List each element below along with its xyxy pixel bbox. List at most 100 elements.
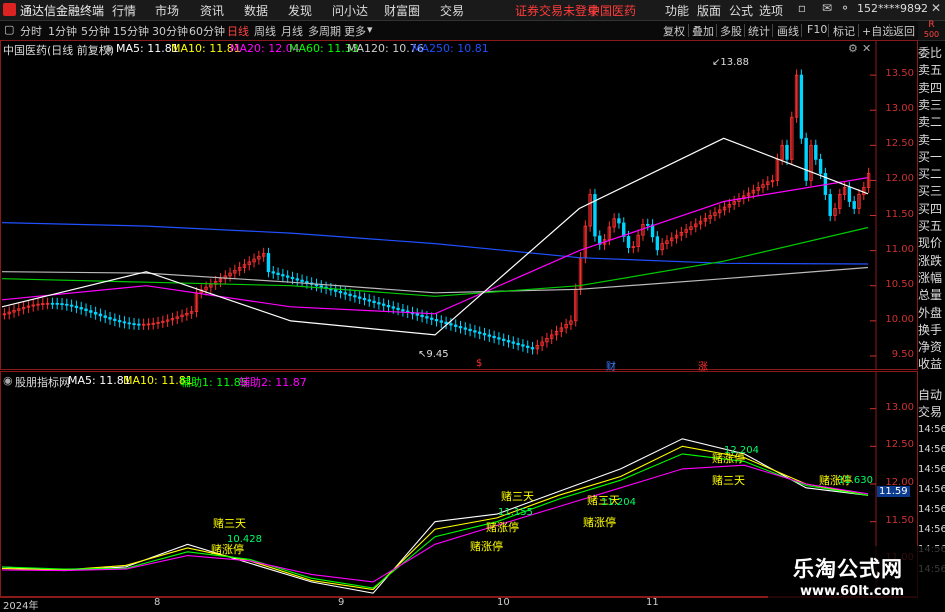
period-1min[interactable]: 1分钟 xyxy=(48,23,77,39)
tool-back[interactable]: 返回 xyxy=(893,23,915,39)
quote-field-label[interactable]: 买一 xyxy=(918,148,945,165)
period-multi[interactable]: 多周期 xyxy=(308,23,341,39)
menu-formula[interactable]: 公式 xyxy=(729,2,753,19)
tool-mark[interactable]: 标记 xyxy=(833,23,855,39)
candle-body xyxy=(50,302,55,305)
period-15min[interactable]: 15分钟 xyxy=(113,23,149,39)
main-y-label: 13.00 xyxy=(885,103,914,115)
candle-body xyxy=(108,317,112,320)
candle-body xyxy=(127,322,131,325)
quote-field-label[interactable]: 换手 xyxy=(918,321,945,338)
candle-body xyxy=(319,285,323,288)
tool-adjust[interactable]: 复权 xyxy=(663,23,685,39)
trade-time: 14:56 xyxy=(918,424,945,435)
candle-body xyxy=(79,307,83,310)
menu-function[interactable]: 功能 xyxy=(665,2,689,19)
x-label-sep: 9 xyxy=(338,597,345,608)
quote-field-label[interactable]: 买二 xyxy=(918,165,945,182)
quote-field-label[interactable]: 外盘 xyxy=(918,304,945,321)
menu-layout[interactable]: 版面 xyxy=(697,2,721,19)
period-weekly[interactable]: 周线 xyxy=(254,23,276,39)
skin-icon[interactable]: ▫ xyxy=(793,1,811,18)
user-icon[interactable]: ⚬ xyxy=(836,1,854,18)
sub-price-tag: 11.59 xyxy=(877,486,910,497)
menu-data[interactable]: 数据 xyxy=(244,2,268,19)
candle-body xyxy=(847,187,852,202)
candle-body xyxy=(814,144,818,160)
menu-xiaoda[interactable]: 问小达 xyxy=(332,2,368,19)
annotation-value: 12.204 xyxy=(724,445,759,456)
quote-field-label[interactable]: 委比 xyxy=(918,44,945,61)
quote-field-label[interactable]: 卖二 xyxy=(918,113,945,130)
candle-body xyxy=(60,303,64,306)
close-icon[interactable]: ✕ xyxy=(927,1,945,18)
tool-stats[interactable]: 统计 xyxy=(748,23,770,39)
quote-field-label[interactable]: 净资 xyxy=(918,338,945,355)
quote-field-label[interactable]: 买三 xyxy=(918,182,945,199)
candle-body xyxy=(804,137,808,181)
period-monthly[interactable]: 月线 xyxy=(281,23,303,39)
candle-body xyxy=(785,144,789,160)
tool-overlay[interactable]: 叠加 xyxy=(692,23,714,39)
checkbox-icon[interactable]: ▢ xyxy=(4,23,14,36)
low-price-value: 9.45 xyxy=(426,349,449,360)
candle-body xyxy=(93,311,98,315)
marker-dollar[interactable]: $ xyxy=(476,358,482,369)
quote-field-label[interactable]: 买四 xyxy=(918,200,945,217)
quote-field-label[interactable]: 卖三 xyxy=(918,96,945,113)
quote-field-label[interactable]: 收益 xyxy=(918,355,945,372)
app-logo-icon xyxy=(3,3,16,16)
menu-news[interactable]: 资讯 xyxy=(200,2,224,19)
candle-body xyxy=(650,224,655,238)
tool-f10[interactable]: F10 xyxy=(807,23,827,36)
quote-field-label[interactable]: 交易 xyxy=(918,403,945,420)
period-tick[interactable]: 分时 xyxy=(20,23,42,39)
more-chevron-icon[interactable]: ▾ xyxy=(367,23,373,36)
candle-body xyxy=(386,305,391,308)
r-badge[interactable]: R 500 xyxy=(918,21,945,40)
menu-options[interactable]: 选项 xyxy=(759,2,783,19)
period-5min[interactable]: 5分钟 xyxy=(81,23,110,39)
quote-field-label[interactable]: 现价 xyxy=(918,234,945,251)
quote-field-label[interactable]: 自动 xyxy=(918,386,945,403)
menu-discover[interactable]: 发现 xyxy=(288,2,312,19)
menu-market[interactable]: 行情 xyxy=(112,2,136,19)
main-y-label: 11.00 xyxy=(885,243,914,255)
candle-body xyxy=(497,337,501,340)
candle-body xyxy=(449,323,453,326)
period-more[interactable]: 更多 xyxy=(344,23,366,39)
minimize-icon[interactable]: – xyxy=(910,1,928,18)
x-label-oct: 10 xyxy=(497,597,510,608)
menu-trade[interactable]: 交易 xyxy=(440,2,464,19)
trade-time: 14:56 xyxy=(918,524,945,535)
period-30min[interactable]: 30分钟 xyxy=(152,23,188,39)
candle-body xyxy=(526,345,530,348)
tool-multistock[interactable]: 多股 xyxy=(720,23,742,39)
annotation-label: 赌涨停 xyxy=(470,540,503,553)
annotation-label: 赌三天 xyxy=(501,490,534,503)
sub-y-label: 11.50 xyxy=(885,514,914,526)
candle-body xyxy=(69,304,74,307)
period-daily[interactable]: 日线 xyxy=(227,23,249,39)
quote-field-label[interactable]: 卖五 xyxy=(918,61,945,78)
tool-draw[interactable]: 画线 xyxy=(777,23,799,39)
sub-y-label: 12.50 xyxy=(885,439,914,451)
main-y-label: 12.00 xyxy=(885,173,914,185)
message-icon[interactable]: ✉ xyxy=(818,1,836,18)
quote-field-label[interactable]: 涨幅 xyxy=(918,269,945,286)
candle-body xyxy=(65,303,69,306)
menu-wealth[interactable]: 财富圈 xyxy=(384,2,420,19)
broker-status[interactable]: 证券交易未登录 xyxy=(515,2,599,19)
menu-exchange[interactable]: 市场 xyxy=(155,2,179,19)
candle-body xyxy=(391,306,395,309)
quote-field-label[interactable]: 总量 xyxy=(918,286,945,303)
candle-body xyxy=(338,290,343,294)
period-60min[interactable]: 60分钟 xyxy=(189,23,225,39)
quote-field-label[interactable]: 涨跌 xyxy=(918,252,945,269)
quote-field-label[interactable]: 卖一 xyxy=(918,131,945,148)
candle-body xyxy=(420,314,424,318)
quote-field-label[interactable]: 卖四 xyxy=(918,79,945,96)
candle-body xyxy=(266,253,271,273)
candle-body xyxy=(617,218,621,224)
quote-field-label[interactable]: 买五 xyxy=(918,217,945,234)
